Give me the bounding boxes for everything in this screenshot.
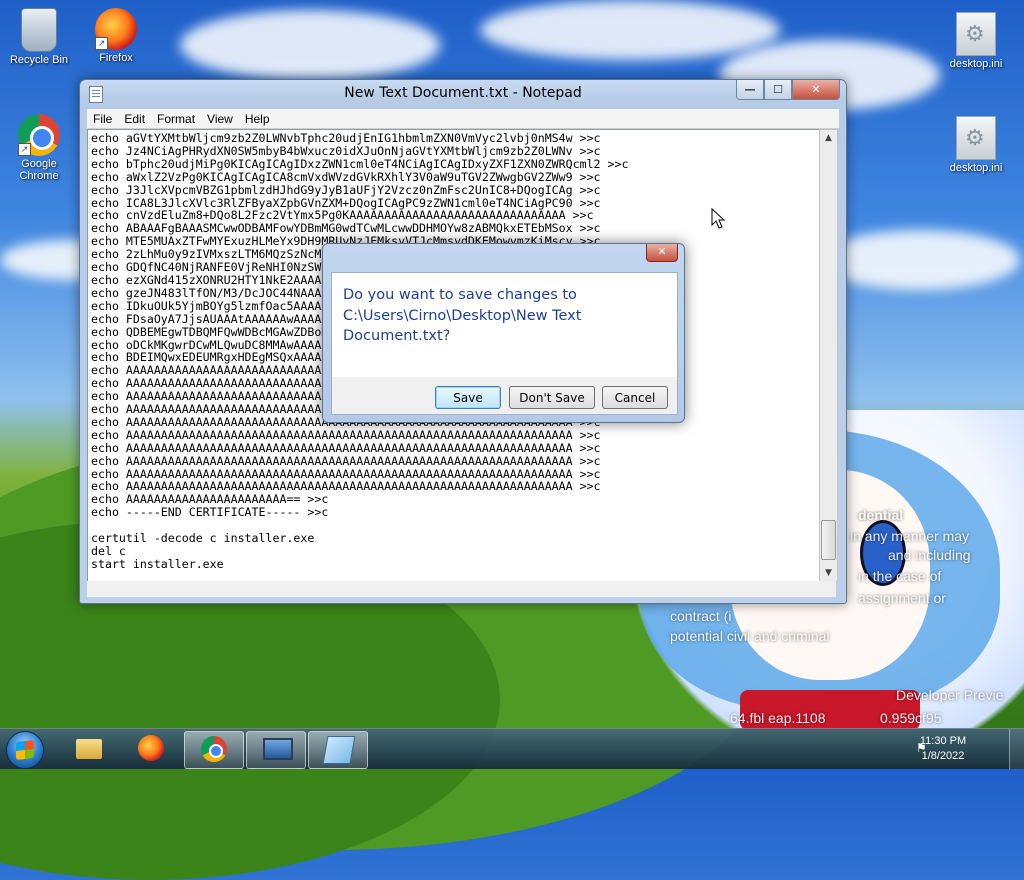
dialog-close-button[interactable]: ✕ bbox=[646, 244, 678, 262]
desktop-icon-label: Google Chrome bbox=[19, 158, 59, 182]
desktop-icon-label: Firefox bbox=[99, 52, 133, 64]
desktop-icon-label: Recycle Bin bbox=[9, 54, 69, 66]
monitor-icon bbox=[263, 738, 293, 760]
shortcut-arrow-icon: ↗ bbox=[95, 37, 108, 50]
firefox-icon bbox=[138, 735, 164, 761]
menu-format[interactable]: Format bbox=[151, 112, 201, 126]
dialog-button-bar: Save Don't Save Cancel bbox=[331, 377, 678, 415]
desktop-icon-label: desktop.ini bbox=[949, 58, 1003, 70]
taskbar-firefox-button[interactable] bbox=[122, 731, 180, 767]
system-clock[interactable]: 11:30 PM 1/8/2022 bbox=[908, 734, 978, 764]
desktop-icon-desktop-ini[interactable]: desktop.ini bbox=[940, 12, 1012, 70]
start-button[interactable] bbox=[6, 731, 44, 769]
taskbar-notepad-button[interactable] bbox=[308, 731, 368, 769]
watermark-line: contract (i bbox=[670, 608, 732, 624]
taskbar-chrome-button[interactable] bbox=[184, 731, 244, 769]
menu-edit[interactable]: Edit bbox=[118, 112, 151, 126]
menu-help[interactable]: Help bbox=[239, 112, 276, 126]
dialog-body: Do you want to save changes to C:\Users\… bbox=[331, 272, 678, 378]
save-button[interactable]: Save bbox=[435, 386, 501, 409]
watermark-line: 64.fbl eap.1108 bbox=[730, 710, 826, 726]
maximize-button[interactable]: ☐ bbox=[764, 80, 792, 100]
close-button[interactable]: ✕ bbox=[792, 80, 840, 100]
cancel-button[interactable]: Cancel bbox=[602, 386, 668, 409]
menu-bar: File Edit Format View Help bbox=[87, 109, 839, 129]
settings-file-icon bbox=[956, 12, 996, 56]
watermark-line: Developer Previe bbox=[896, 687, 1004, 703]
desktop-icon-google-chrome[interactable]: ↗ Google Chrome bbox=[3, 114, 75, 182]
taskbar-explorer-button[interactable] bbox=[60, 731, 118, 767]
status-strip bbox=[87, 581, 836, 597]
desktop-icon-firefox[interactable]: ↗ Firefox bbox=[80, 8, 152, 64]
dialog-message: Do you want to save changes to C:\Users\… bbox=[343, 287, 582, 344]
scroll-up-arrow-icon[interactable]: ▲ bbox=[820, 130, 837, 146]
chrome-icon bbox=[201, 736, 227, 762]
watermark-line: and including bbox=[888, 547, 971, 563]
scroll-down-arrow-icon[interactable]: ▼ bbox=[820, 565, 837, 581]
watermark-line: in the case of bbox=[858, 568, 942, 584]
shortcut-arrow-icon: ↗ bbox=[18, 143, 31, 156]
scrollbar-thumb[interactable] bbox=[821, 520, 836, 560]
save-changes-dialog[interactable]: ✕ Do you want to save changes to C:\User… bbox=[322, 243, 685, 423]
menu-view[interactable]: View bbox=[201, 112, 239, 126]
settings-file-icon bbox=[956, 116, 996, 160]
clock-time: 11:30 PM bbox=[919, 735, 967, 747]
dont-save-button[interactable]: Don't Save bbox=[509, 386, 595, 409]
taskbar-remote-desktop-button[interactable] bbox=[246, 731, 306, 769]
watermark-line: dential bbox=[858, 507, 904, 523]
firefox-icon: ↗ bbox=[95, 8, 137, 50]
desktop-icon-desktop-ini[interactable]: desktop.ini bbox=[940, 116, 1012, 174]
chrome-icon: ↗ bbox=[18, 114, 60, 156]
folder-icon bbox=[76, 739, 102, 759]
menu-file[interactable]: File bbox=[87, 112, 118, 126]
taskbar: ⚑ 11:30 PM 1/8/2022 bbox=[0, 728, 1024, 769]
show-desktop-button[interactable] bbox=[1009, 729, 1024, 769]
recycle-bin-icon bbox=[21, 8, 57, 52]
minimize-button[interactable]: — bbox=[736, 80, 764, 100]
notepad-icon bbox=[322, 736, 356, 764]
clock-date: 1/8/2022 bbox=[921, 750, 965, 762]
watermark-line: in any manner may bbox=[850, 528, 970, 544]
caption-buttons: — ☐ ✕ bbox=[736, 80, 840, 100]
watermark-line: assignment or bbox=[858, 590, 946, 606]
window-title: New Text Document.txt - Notepad bbox=[344, 85, 582, 101]
desktop-icon-recycle-bin[interactable]: Recycle Bin bbox=[3, 8, 75, 66]
watermark-line: potential civil and criminal bbox=[670, 628, 830, 644]
mouse-cursor-icon bbox=[711, 208, 725, 229]
desktop-icon-label: desktop.ini bbox=[949, 162, 1003, 174]
vertical-scrollbar[interactable]: ▲ ▼ bbox=[819, 129, 838, 582]
watermark-line: 0.959cf95 bbox=[880, 710, 942, 726]
